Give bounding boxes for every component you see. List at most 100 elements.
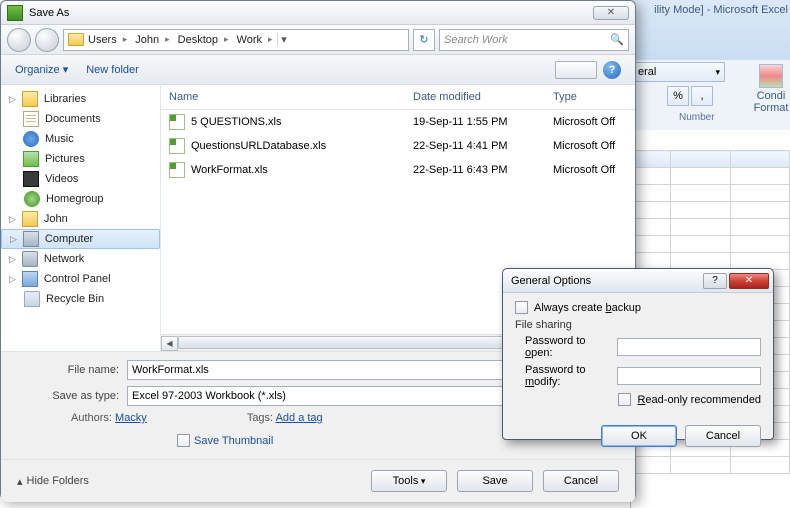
column-header[interactable] [671, 151, 731, 168]
new-folder-button[interactable]: New folder [86, 64, 139, 76]
network-icon [22, 251, 38, 267]
videos-icon [23, 171, 39, 187]
chevron-down-icon: ▾ [715, 67, 720, 78]
percent-button[interactable]: % [667, 86, 689, 106]
scrollbar-thumb[interactable] [178, 336, 518, 349]
general-options-dialog: General Options ? ✕ Always create backup… [502, 268, 774, 440]
xls-icon [169, 162, 185, 178]
col-date[interactable]: Date modified [405, 85, 545, 109]
tree-user[interactable]: ▷John [1, 209, 160, 229]
column-header[interactable] [730, 151, 790, 168]
readonly-label: Read-only recommended [637, 394, 761, 406]
authors-label: Authors: [71, 412, 112, 424]
column-header[interactable] [631, 151, 671, 168]
chevron-up-icon: ▴ [17, 475, 23, 488]
help-button[interactable]: ? [703, 273, 727, 289]
xls-icon [169, 114, 185, 130]
list-header: Name Date modified Type [161, 85, 635, 110]
save-thumbnail-checkbox[interactable] [177, 434, 190, 447]
tags-value[interactable]: Add a tag [276, 412, 323, 424]
dialog-title: Save As [29, 7, 69, 19]
always-backup-checkbox[interactable] [515, 301, 528, 314]
number-format-dropdown[interactable]: eral▾ [633, 62, 725, 82]
homegroup-icon [24, 191, 40, 207]
crumb[interactable]: Desktop [174, 34, 233, 46]
user-icon [22, 211, 38, 227]
close-button[interactable]: ✕ [729, 273, 769, 289]
forward-button[interactable] [35, 28, 59, 52]
tree-pictures[interactable]: Pictures [1, 149, 160, 169]
tags-label: Tags: [247, 412, 273, 424]
tree-videos[interactable]: Videos [1, 169, 160, 189]
dialog-footer: ▴Hide Folders Tools Save Cancel [1, 459, 635, 502]
titlebar[interactable]: General Options ? ✕ [503, 269, 773, 293]
tree-documents[interactable]: Documents [1, 109, 160, 129]
authors-value[interactable]: Macky [115, 412, 147, 424]
cell[interactable] [631, 168, 671, 185]
comma-button[interactable]: , [691, 86, 713, 106]
list-item[interactable]: WorkFormat.xls 22-Sep-11 6:43 PM Microso… [161, 158, 635, 182]
view-options[interactable] [555, 61, 597, 79]
save-button[interactable]: Save [457, 470, 533, 492]
savetype-label: Save as type: [17, 390, 127, 402]
tree-music[interactable]: Music [1, 129, 160, 149]
cancel-button[interactable]: Cancel [685, 425, 761, 447]
tree-homegroup[interactable]: Homegroup [1, 189, 160, 209]
search-icon: 🔍 [610, 33, 624, 46]
breadcrumb[interactable]: Users John Desktop Work ▾ [63, 29, 409, 51]
nav-tree: ▷Libraries Documents Music Pictures Vide… [1, 85, 161, 351]
ribbon-group-label: Number [679, 112, 715, 123]
toolbar: Organize ▾ New folder ? [1, 55, 635, 85]
organize-menu[interactable]: Organize ▾ [15, 63, 68, 76]
xls-icon [169, 138, 185, 154]
scroll-left-icon[interactable]: ◀ [161, 336, 178, 351]
tree-control-panel[interactable]: ▷Control Panel [1, 269, 160, 289]
filename-label: File name: [17, 364, 127, 376]
music-icon [23, 131, 39, 147]
ok-button[interactable]: OK [601, 425, 677, 447]
password-open-input[interactable] [617, 338, 761, 356]
list-item[interactable]: 5 QUESTIONS.xls 19-Sep-11 1:55 PM Micros… [161, 110, 635, 134]
tree-libraries[interactable]: ▷Libraries [1, 89, 160, 109]
crumb[interactable]: Users [84, 34, 131, 46]
conditional-formatting-icon [759, 64, 783, 88]
password-open-label: Password to open: [525, 335, 611, 359]
crumb[interactable]: Work [233, 34, 277, 46]
cancel-button[interactable]: Cancel [543, 470, 619, 492]
excel-title: ility Mode] - Microsoft Excel [654, 4, 788, 16]
chevron-down-icon[interactable]: ▾ [277, 33, 291, 46]
refresh-button[interactable]: ↻ [413, 29, 435, 51]
dialog-title: General Options [511, 275, 591, 287]
save-thumbnail-label: Save Thumbnail [194, 435, 273, 447]
folder-icon [68, 33, 84, 46]
password-modify-label: Password to modify: [525, 364, 611, 388]
close-button[interactable]: ✕ [593, 6, 629, 20]
address-bar-row: Users John Desktop Work ▾ ↻ Search Work🔍 [1, 25, 635, 55]
pictures-icon [23, 151, 39, 167]
col-name[interactable]: Name [161, 85, 405, 109]
conditional-formatting-button[interactable]: CondiFormat [753, 64, 789, 110]
back-button[interactable] [7, 28, 31, 52]
col-type[interactable]: Type [545, 85, 635, 109]
control-panel-icon [22, 271, 38, 287]
always-backup-label: Always create backup [534, 302, 641, 314]
file-sharing-label: File sharing [515, 319, 761, 331]
password-modify-input[interactable] [617, 367, 761, 385]
excel-icon [7, 5, 23, 21]
readonly-checkbox[interactable] [618, 393, 631, 406]
crumb[interactable]: John [131, 34, 173, 46]
list-item[interactable]: QuestionsURLDatabase.xls 22-Sep-11 4:41 … [161, 134, 635, 158]
help-icon[interactable]: ? [603, 61, 621, 79]
documents-icon [23, 111, 39, 127]
hide-folders-button[interactable]: ▴Hide Folders [17, 475, 89, 488]
titlebar[interactable]: Save As ✕ [1, 1, 635, 25]
tree-computer[interactable]: ▷Computer [1, 229, 160, 249]
recycle-bin-icon [24, 291, 40, 307]
tree-recycle-bin[interactable]: Recycle Bin [1, 289, 160, 309]
search-input[interactable]: Search Work🔍 [439, 29, 629, 51]
tree-network[interactable]: ▷Network [1, 249, 160, 269]
tools-menu[interactable]: Tools [371, 470, 447, 492]
chevron-down-icon: ▾ [63, 64, 69, 76]
libraries-icon [22, 91, 38, 107]
computer-icon [23, 231, 39, 247]
